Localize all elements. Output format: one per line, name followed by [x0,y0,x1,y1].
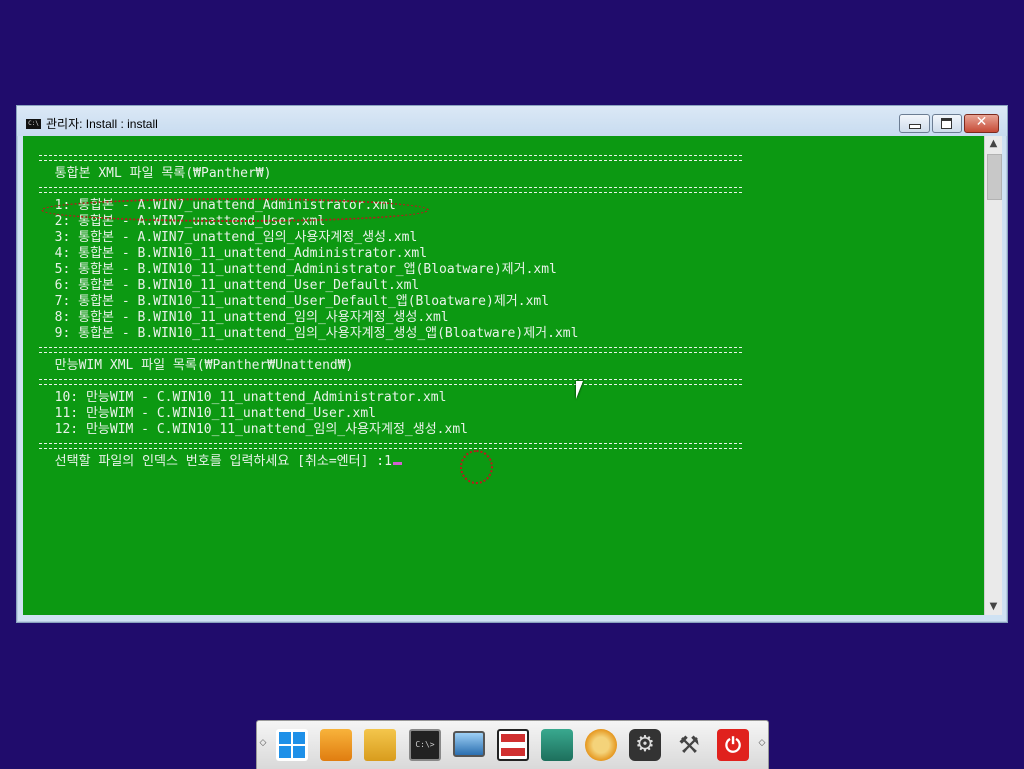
maximize-icon [941,118,952,129]
desktop: C:\ 관리자: Install : install ✕ 통합본 XML 파일 … [0,0,1024,769]
monitor-icon[interactable] [453,731,485,757]
separator-line [39,438,743,454]
separator-line [39,182,743,198]
sync-icon[interactable] [585,729,617,761]
drives-icon[interactable] [497,729,529,761]
input-prompt[interactable]: 선택할 파일의 인덱스 번호를 입력하세요 [취소=엔터] :1 [39,454,578,470]
console-line: 8: 통합본 - B.WIN10_11_unattend_임의_사용자계정_생성… [39,310,449,325]
highlight-selected-entry [41,198,429,222]
console-line: 통합본 XML 파일 목록(₩Panther₩) [39,166,272,181]
mouse-pointer-icon [576,381,590,399]
console-line: 4: 통합본 - B.WIN10_11_unattend_Administrat… [39,246,428,261]
console-line: 5: 통합본 - B.WIN10_11_unattend_Administrat… [39,262,557,277]
close-icon: ✕ [975,114,988,130]
text-cursor [392,462,402,465]
dock-left-arrow-icon[interactable]: ◇ [259,738,267,748]
separator-line [39,150,743,166]
separator-line [39,342,743,358]
highlight-input-value [460,450,493,484]
console-line: 만능WIM XML 파일 목록(₩Panther₩Unattend₩) [39,358,354,373]
separator-line [39,374,743,390]
console-line: 3: 통합본 - A.WIN7_unattend_임의_사용자계정_생성.xml [39,230,418,245]
tools-icon[interactable]: ⚒ [673,729,705,761]
console-line: 10: 만능WIM - C.WIN10_11_unattend_Administ… [39,390,447,405]
power-icon[interactable]: ⏻ [717,729,749,761]
windows-icon[interactable] [276,729,308,761]
console-window[interactable]: C:\ 관리자: Install : install ✕ 통합본 XML 파일 … [16,105,1008,623]
console-area[interactable]: 통합본 XML 파일 목록(₩Panther₩) 1: 통합본 - A.WIN7… [23,136,984,615]
settings-gear-icon[interactable]: ⚙ [629,729,661,761]
minimize-icon [909,124,921,129]
scroll-up-arrow-icon[interactable]: ▲ [985,136,1002,152]
usb-drive-icon[interactable] [320,729,352,761]
prompt-label: 선택할 파일의 인덱스 번호를 입력하세요 [취소=엔터] : [39,454,385,469]
window-title: 관리자: Install : install [46,117,158,131]
vertical-scrollbar[interactable]: ▲ ▼ [984,136,1002,615]
console-line: 7: 통합본 - B.WIN10_11_unattend_User_Defaul… [39,294,550,309]
command-prompt-icon[interactable]: C:\> [409,729,441,761]
title-bar[interactable]: C:\ 관리자: Install : install ✕ [17,106,1007,136]
minimize-button[interactable] [899,114,930,133]
close-button[interactable]: ✕ [964,114,999,133]
scroll-down-arrow-icon[interactable]: ▼ [985,599,1002,615]
disk-icon[interactable] [541,729,573,761]
console-line: 9: 통합본 - B.WIN10_11_unattend_임의_사용자계정_생성… [39,326,579,341]
taskbar-dock: ◇ C:\> ⚙ ⚒ ⏻ ◇ [256,720,769,769]
dock-right-arrow-icon[interactable]: ◇ [758,738,766,748]
prompt-input-value[interactable]: 1 [384,454,392,469]
maximize-button[interactable] [932,114,962,133]
console-icon: C:\ [26,119,41,129]
console-line: 12: 만능WIM - C.WIN10_11_unattend_임의_사용자계정… [39,422,468,437]
console-line: 11: 만능WIM - C.WIN10_11_unattend_User.xml [39,406,376,421]
console-line: 6: 통합본 - B.WIN10_11_unattend_User_Defaul… [39,278,420,293]
scroll-thumb[interactable] [987,154,1002,200]
folder-search-icon[interactable] [364,729,396,761]
